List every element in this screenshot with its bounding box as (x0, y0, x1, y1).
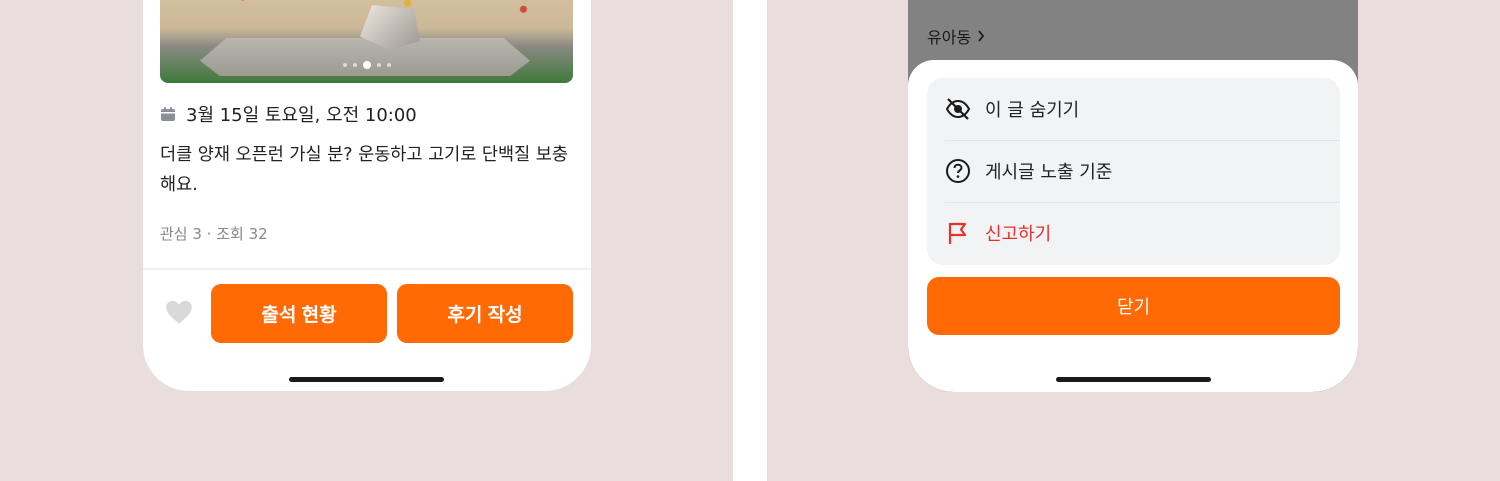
carousel-dot-active (362, 61, 371, 69)
photo-crash-mat (200, 38, 530, 76)
post-photo-carousel[interactable] (160, 0, 573, 83)
breadcrumb-label: 유아동 (927, 28, 972, 47)
close-button[interactable]: 닫기 (927, 277, 1340, 335)
menu-item-label: 이 글 숨기기 (985, 100, 1080, 121)
event-datetime-row: 3월 15일 토요일, 오전 10:00 (160, 101, 417, 127)
menu-item-exposure-criteria[interactable]: 게시글 노출 기준 (927, 140, 1340, 202)
post-body-text: 더클 양재 오픈런 가실 분? 운동하고 고기로 단백질 보충해요. (160, 145, 568, 195)
action-menu: 이 글 숨기기 게시글 노출 기준 신고하기 (927, 78, 1340, 265)
panel-divider (733, 0, 767, 481)
flag-icon (948, 222, 967, 244)
category-breadcrumb[interactable]: 유아동 (927, 24, 985, 48)
footer-divider (143, 268, 591, 270)
carousel-dot (386, 63, 391, 67)
carousel-dot (376, 63, 381, 67)
question-circle-icon (946, 159, 970, 183)
home-indicator (1056, 377, 1211, 382)
post-stats: 관심 3 · 조회 32 (160, 225, 268, 243)
bottom-sheet: 이 글 숨기기 게시글 노출 기준 신고하기 닫기 (908, 60, 1358, 392)
menu-item-hide-post[interactable]: 이 글 숨기기 (927, 78, 1340, 140)
write-review-button[interactable]: 후기 작성 (397, 284, 573, 343)
event-datetime: 3월 15일 토요일, 오전 10:00 (186, 105, 417, 126)
menu-item-report[interactable]: 신고하기 (927, 202, 1340, 264)
carousel-dot (342, 63, 347, 67)
menu-item-label: 신고하기 (985, 224, 1052, 245)
menu-item-label: 게시글 노출 기준 (985, 162, 1113, 183)
eye-off-icon (945, 98, 971, 120)
heart-icon[interactable] (165, 299, 193, 325)
attendance-status-button[interactable]: 출석 현황 (211, 284, 387, 343)
post-detail-screen: 3월 15일 토요일, 오전 10:00 더클 양재 오픈런 가실 분? 운동하… (143, 0, 591, 391)
chevron-right-icon (978, 30, 985, 42)
action-sheet-screen: 유아동 이 글 숨기기 게시글 노출 기준 신고하기 닫기 (908, 0, 1358, 392)
calendar-icon (161, 107, 175, 121)
home-indicator (289, 377, 444, 382)
carousel-dot (352, 63, 357, 67)
carousel-indicator (160, 61, 573, 69)
